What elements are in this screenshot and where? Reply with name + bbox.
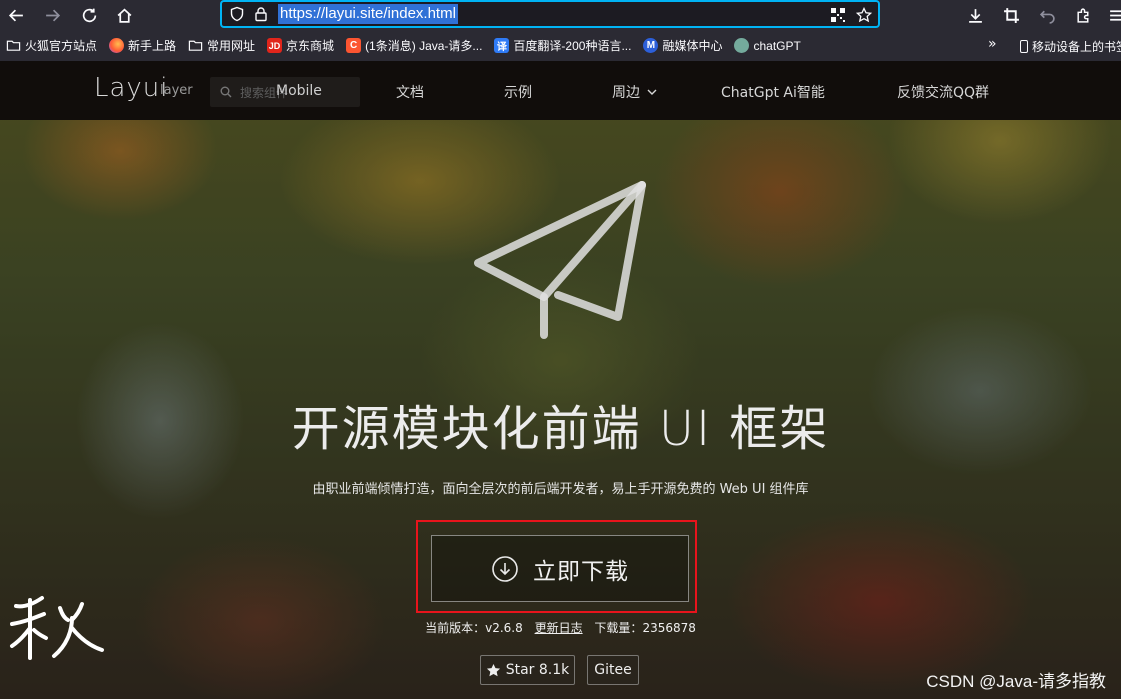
gitee-button[interactable]: Gitee bbox=[587, 655, 639, 685]
bookmarks-bar: 火狐官方站点 新手上路 常用网址 JD 京东商城 C (1条消息) Java-请… bbox=[0, 30, 1121, 61]
lock-icon[interactable] bbox=[252, 5, 270, 23]
github-star-button[interactable]: Star 8.1k bbox=[480, 655, 575, 685]
arrow-left-icon bbox=[8, 9, 23, 21]
paper-plane-icon bbox=[474, 181, 646, 339]
nav-chatgpt[interactable]: ChatGpt Ai智能 bbox=[721, 82, 825, 102]
reload-icon bbox=[82, 8, 96, 22]
csdn-watermark: CSDN @Java-请多指教 bbox=[926, 672, 1106, 691]
bookmark-item[interactable]: C (1条消息) Java-请多... bbox=[346, 37, 482, 54]
download-circle-icon bbox=[492, 555, 518, 582]
bookmark-item[interactable]: 常用网址 bbox=[188, 37, 255, 54]
star-icon bbox=[486, 663, 500, 676]
download-label: 立即下载 bbox=[533, 558, 629, 585]
home-icon bbox=[117, 8, 131, 23]
logo-sub-label[interactable]: layer bbox=[160, 83, 193, 98]
page-viewport: Layui layer 搜索组件 Mobile 文档 示例 周边 ChatGpt… bbox=[0, 61, 1121, 699]
nav-mobile[interactable]: Mobile bbox=[276, 83, 322, 99]
media-center-icon: M bbox=[643, 38, 659, 53]
bookmark-item[interactable]: 译 百度翻译-200种语言... bbox=[494, 37, 631, 54]
site-logo[interactable]: Layui bbox=[94, 73, 169, 103]
nav-ecosystem[interactable]: 周边 bbox=[612, 82, 658, 102]
bookmark-item[interactable]: JD 京东商城 bbox=[267, 37, 334, 54]
address-bar[interactable]: https://layui.site/index.html bbox=[220, 0, 880, 28]
arrow-right-icon bbox=[45, 9, 60, 21]
chatgpt-icon bbox=[734, 38, 750, 53]
screenshot-button[interactable] bbox=[999, 3, 1023, 27]
mobile-bookmarks[interactable]: 移动设备上的书签 bbox=[1020, 38, 1121, 55]
shield-icon[interactable] bbox=[228, 5, 246, 23]
firefox-icon bbox=[109, 38, 125, 53]
nav-docs[interactable]: 文档 bbox=[396, 82, 424, 102]
bookmark-item[interactable]: chatGPT bbox=[734, 38, 801, 53]
downloads-button[interactable] bbox=[963, 3, 987, 27]
search-icon bbox=[220, 86, 232, 98]
bookmark-item[interactable]: M 融媒体中心 bbox=[643, 37, 722, 54]
hamburger-icon bbox=[1109, 9, 1121, 21]
undo-button[interactable] bbox=[1035, 3, 1059, 27]
folder-icon bbox=[188, 38, 203, 53]
back-button[interactable] bbox=[4, 3, 28, 27]
bookmark-star-icon[interactable] bbox=[854, 5, 874, 25]
url-text[interactable]: https://layui.site/index.html bbox=[278, 4, 458, 24]
undo-icon bbox=[1039, 10, 1055, 24]
download-icon bbox=[968, 8, 982, 23]
csdn-icon: C bbox=[346, 38, 362, 53]
nav-examples[interactable]: 示例 bbox=[504, 82, 532, 102]
home-button[interactable] bbox=[112, 3, 136, 27]
bookmarks-overflow-chevron-icon[interactable]: » bbox=[988, 36, 997, 52]
download-count: 2356878 bbox=[642, 621, 696, 635]
extensions-icon bbox=[1076, 7, 1088, 23]
folder-icon bbox=[6, 38, 21, 53]
calligraphy-autumn-mark bbox=[10, 596, 104, 660]
download-button[interactable]: 立即下载 bbox=[431, 535, 689, 602]
browser-toolbar: https://layui.site/index.html bbox=[0, 0, 1121, 30]
jd-icon: JD bbox=[267, 38, 283, 53]
chevron-down-icon bbox=[647, 89, 657, 95]
version-number: v2.6.8 bbox=[485, 621, 523, 635]
bookmark-item[interactable]: 新手上路 bbox=[109, 37, 176, 54]
version-info: 当前版本：v2.6.8 更新日志 下载量：2356878 bbox=[425, 621, 696, 635]
nav-feedback-qq[interactable]: 反馈交流QQ群 bbox=[897, 82, 989, 102]
bookmark-item[interactable]: 火狐官方站点 bbox=[6, 37, 97, 54]
crop-icon bbox=[1003, 7, 1019, 23]
extensions-button[interactable] bbox=[1071, 3, 1095, 27]
hero-title: 开源模块化前端 UI 框架 bbox=[291, 401, 830, 457]
baidu-translate-icon: 译 bbox=[494, 38, 510, 53]
forward-button[interactable] bbox=[40, 3, 64, 27]
reload-button[interactable] bbox=[77, 3, 101, 27]
menu-button[interactable] bbox=[1104, 3, 1121, 27]
changelog-link[interactable]: 更新日志 bbox=[535, 621, 583, 635]
phone-icon bbox=[1020, 40, 1028, 53]
qr-code-icon[interactable] bbox=[828, 5, 848, 25]
site-header: Layui layer 搜索组件 Mobile 文档 示例 周边 ChatGpt… bbox=[0, 61, 1121, 120]
hero-subtitle: 由职业前端倾情打造，面向全层次的前后端开发者，易上手开源免费的 Web UI 组… bbox=[312, 482, 809, 497]
